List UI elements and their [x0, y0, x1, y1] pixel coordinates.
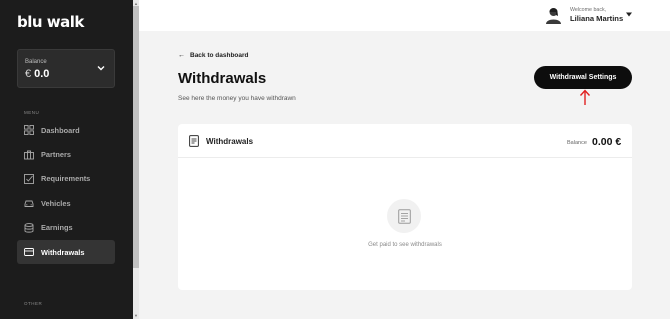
card-balance-value: 0.00 €: [592, 136, 622, 148]
chevron-down-icon: [97, 66, 105, 71]
scroll-down-icon[interactable]: ▼: [134, 313, 138, 318]
sidebar: blu walk Balance €0.0 MENU Dashboard Par…: [0, 0, 133, 319]
sidebar-item-vehicles[interactable]: Vehicles: [17, 191, 115, 215]
withdrawal-settings-button[interactable]: Withdrawal Settings: [534, 66, 632, 89]
sidebar-item-label: Withdrawals: [41, 247, 85, 257]
sidebar-scrollbar[interactable]: ▲ ▼: [133, 0, 139, 319]
empty-state-icon: [387, 199, 421, 233]
sidebar-nav: Dashboard Partners Requirements Vehicles…: [17, 118, 115, 265]
user-name[interactable]: Liliana Martins: [570, 14, 623, 23]
sidebar-item-partners[interactable]: Partners: [17, 142, 115, 166]
balance-label: Balance: [25, 59, 47, 65]
app-logo[interactable]: blu walk: [17, 13, 84, 31]
balance-currency: €: [25, 68, 32, 80]
briefcase-icon: [24, 150, 34, 160]
top-bar: Welcome back, Liliana Martins: [139, 0, 670, 31]
card-title: Withdrawals: [206, 137, 254, 146]
car-icon: [24, 200, 34, 208]
caret-down-icon[interactable]: [626, 12, 632, 17]
sidebar-item-label: Partners: [41, 150, 71, 160]
card-balance-label: Balance: [567, 140, 587, 146]
sidebar-item-dashboard[interactable]: Dashboard: [17, 118, 115, 142]
welcome-text: Welcome back,: [570, 7, 607, 13]
sidebar-item-requirements[interactable]: Requirements: [17, 167, 115, 191]
avatar[interactable]: [545, 6, 562, 24]
menu-section-label: MENU: [24, 110, 40, 115]
sidebar-item-withdrawals[interactable]: Withdrawals: [17, 239, 115, 265]
back-to-dashboard-link[interactable]: ← Back to dashboard: [178, 52, 249, 59]
card-header: Withdrawals Balance 0.00 €: [178, 124, 632, 158]
sidebar-item-label: Vehicles: [41, 198, 71, 208]
page-subtitle: See here the money you have withdrawn: [178, 95, 296, 102]
empty-state-text: Get paid to see withdrawals: [368, 242, 442, 248]
credit-card-icon: [24, 248, 34, 257]
database-icon: [24, 222, 34, 233]
withdrawals-card: Withdrawals Balance 0.00 € Get paid to s…: [178, 124, 632, 290]
balance-dropdown[interactable]: Balance €0.0: [17, 49, 115, 88]
document-list-icon: [397, 208, 411, 224]
sidebar-item-label: Dashboard: [41, 125, 80, 135]
annotation-arrow-up-icon: [579, 89, 591, 105]
back-link-label: Back to dashboard: [190, 52, 249, 59]
sidebar-item-label: Requirements: [41, 174, 91, 184]
page-title: Withdrawals: [178, 70, 267, 87]
grid-icon: [24, 125, 34, 136]
document-icon: [189, 135, 199, 147]
balance-value: €0.0: [25, 68, 49, 80]
checkbox-icon: [24, 174, 34, 184]
sidebar-item-label: Earnings: [41, 223, 73, 233]
arrow-left-icon: ←: [178, 52, 185, 59]
sidebar-item-earnings[interactable]: Earnings: [17, 216, 115, 240]
other-section-label: OTHER: [24, 301, 43, 306]
balance-amount: 0.0: [34, 68, 50, 80]
scroll-thumb[interactable]: [133, 6, 139, 268]
